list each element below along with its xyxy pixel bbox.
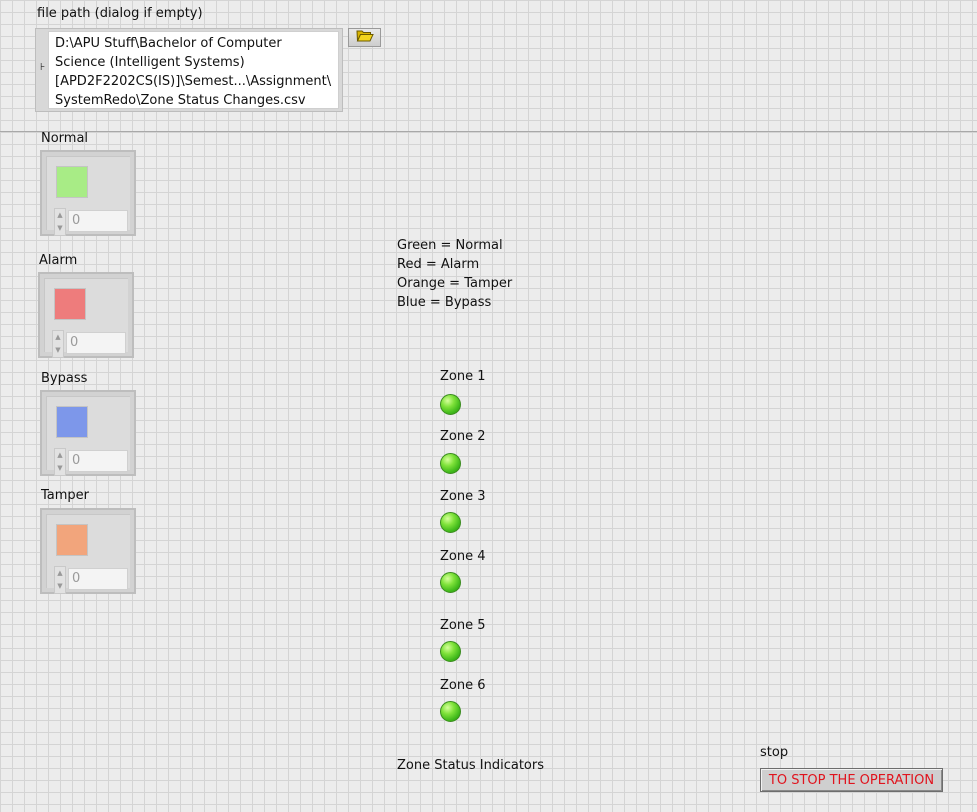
tamper-label: Tamper [41,488,90,503]
zone-1-label: Zone 1 [440,369,486,384]
zone-6-led[interactable] [440,701,461,722]
bypass-spinner[interactable]: ▲ ▼ [54,448,66,476]
file-path-input[interactable]: D:\APU Stuff\Bachelor of Computer Scienc… [48,31,339,109]
alarm-spinner[interactable]: ▲ ▼ [52,330,64,358]
alarm-color-control: ▲ ▼ 0 [38,272,134,358]
zone-3-led[interactable] [440,512,461,533]
alarm-color-box[interactable] [54,288,86,320]
alarm-label: Alarm [39,253,78,268]
bypass-label: Bypass [41,371,88,386]
zone-4-led[interactable] [440,572,461,593]
tamper-color-box[interactable] [56,524,88,556]
normal-color-box[interactable] [56,166,88,198]
file-path-label: file path (dialog if empty) [37,6,203,21]
path-grip-icon: ⊦ [40,62,46,73]
zone-3-label: Zone 3 [440,489,486,504]
tamper-spinner[interactable]: ▲ ▼ [54,566,66,594]
normal-color-control: ▲ ▼ 0 [40,150,136,236]
zone-6-label: Zone 6 [440,678,486,693]
normal-label: Normal [41,131,89,146]
color-legend: Green = Normal Red = Alarm Orange = Tamp… [397,238,513,310]
stop-button[interactable]: TO STOP THE OPERATION [760,768,943,792]
zone-1-led[interactable] [440,394,461,415]
zone-status-caption: Zone Status Indicators [397,758,545,773]
stop-label: stop [760,745,789,760]
folder-open-icon [355,29,374,46]
bypass-numeric-field[interactable]: 0 [68,450,128,472]
zone-5-led[interactable] [440,641,461,662]
zone-2-led[interactable] [440,453,461,474]
bypass-color-box[interactable] [56,406,88,438]
zone-5-label: Zone 5 [440,618,486,633]
zone-4-label: Zone 4 [440,549,486,564]
zone-2-label: Zone 2 [440,429,486,444]
bypass-color-control: ▲ ▼ 0 [40,390,136,476]
browse-button[interactable] [348,28,381,47]
divider-line [0,131,977,132]
normal-numeric-field[interactable]: 0 [68,210,128,232]
tamper-color-control: ▲ ▼ 0 [40,508,136,594]
tamper-numeric-field[interactable]: 0 [68,568,128,590]
alarm-numeric-field[interactable]: 0 [66,332,126,354]
normal-spinner[interactable]: ▲ ▼ [54,208,66,236]
